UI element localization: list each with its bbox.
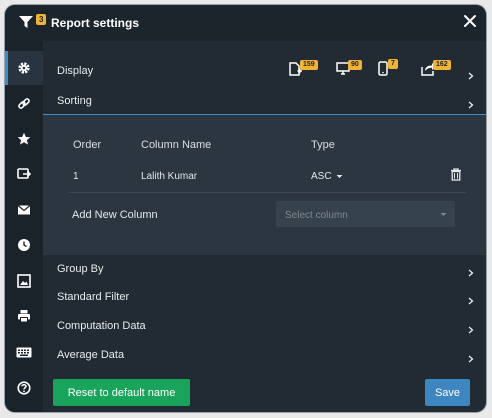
sidebar-item-schedule[interactable] xyxy=(13,234,35,256)
clock-icon xyxy=(18,239,30,251)
mobile-icon xyxy=(378,61,388,76)
save-button[interactable]: Save xyxy=(425,379,470,406)
share-count-badge: 162 xyxy=(433,60,451,70)
filter-count-badge: 3 xyxy=(36,14,47,25)
sidebar-item-print[interactable] xyxy=(13,305,35,327)
help-icon xyxy=(17,381,31,395)
share-stat[interactable]: 162 xyxy=(421,60,451,82)
section-sorting-label: Sorting xyxy=(57,95,92,107)
star-icon xyxy=(17,132,31,145)
filter-icon[interactable] xyxy=(19,16,33,34)
header-order: Order xyxy=(73,139,102,151)
sidebar-item-link[interactable] xyxy=(13,93,35,115)
section-computation-data[interactable]: Computation Data xyxy=(43,314,486,338)
dialog-titlebar: 3 Report settings xyxy=(5,5,486,41)
delete-row-button[interactable] xyxy=(450,168,462,186)
monitor-stat[interactable]: 90 xyxy=(336,60,362,82)
sorting-panel: Order Column Name Type 1 Lalith Kumar AS… xyxy=(43,115,486,255)
sidebar-item-keyboard[interactable] xyxy=(13,341,35,363)
monitor-count-badge: 90 xyxy=(348,60,362,70)
chevron-right-icon xyxy=(468,269,474,277)
sidebar-item-image[interactable] xyxy=(13,270,35,292)
row-divider xyxy=(69,192,466,193)
trash-icon xyxy=(451,168,461,181)
mobile-count-badge: 7 xyxy=(388,59,398,69)
sidebar-item-help[interactable] xyxy=(13,377,35,399)
section-standard-filter-label: Standard Filter xyxy=(57,291,130,303)
sidebar xyxy=(5,41,43,412)
mail-icon xyxy=(17,205,31,215)
select-column-dropdown[interactable]: Select column xyxy=(276,201,455,227)
section-computation-data-label: Computation Data xyxy=(57,320,146,332)
row-order: 1 xyxy=(73,171,79,182)
section-standard-filter[interactable]: Standard Filter xyxy=(43,285,486,309)
image-icon xyxy=(17,274,31,288)
chevron-right-icon xyxy=(468,297,474,305)
section-group-by[interactable]: Group By xyxy=(43,257,486,281)
add-new-column-label: Add New Column xyxy=(72,209,158,221)
header-type: Type xyxy=(311,139,335,151)
close-icon[interactable] xyxy=(462,13,478,29)
sidebar-item-settings[interactable] xyxy=(5,51,43,85)
mobile-stat[interactable]: 7 xyxy=(378,59,398,81)
row-column-name: Lalith Kumar xyxy=(141,171,198,182)
chevron-right-icon xyxy=(468,101,474,109)
row-type-value: ASC xyxy=(311,171,332,182)
section-average-data[interactable]: Average Data xyxy=(43,343,486,367)
add-stat[interactable]: 159 xyxy=(288,60,318,82)
add-count-badge: 159 xyxy=(300,60,318,70)
link-icon xyxy=(18,98,30,109)
sidebar-item-email[interactable] xyxy=(13,199,35,221)
section-sorting[interactable]: Sorting xyxy=(43,89,486,113)
section-group-by-label: Group By xyxy=(57,263,104,275)
section-average-data-label: Average Data xyxy=(57,349,125,361)
section-display-label: Display xyxy=(57,65,94,77)
sidebar-item-favorites[interactable] xyxy=(13,128,35,150)
caret-down-icon xyxy=(440,213,447,216)
sidebar-item-export[interactable] xyxy=(13,163,35,185)
report-settings-dialog: 3 Report settings Display 159 90 7 162 S… xyxy=(5,5,486,412)
caret-down-icon xyxy=(336,174,343,178)
row-type-dropdown[interactable]: ASC xyxy=(311,171,343,182)
header-column-name: Column Name xyxy=(141,139,212,151)
gear-icon xyxy=(18,62,30,74)
keyboard-icon xyxy=(16,347,32,357)
chevron-right-icon xyxy=(468,72,474,80)
export-icon xyxy=(16,168,31,179)
select-column-placeholder: Select column xyxy=(285,210,348,221)
reset-default-name-button[interactable]: Reset to default name xyxy=(53,379,190,406)
chevron-right-icon xyxy=(468,355,474,363)
section-display[interactable]: Display 159 90 7 162 xyxy=(43,59,486,83)
settings-content: Display 159 90 7 162 Sorting Order Colum… xyxy=(43,41,486,412)
chevron-right-icon xyxy=(468,326,474,334)
dialog-title: Report settings xyxy=(51,16,140,30)
print-icon xyxy=(18,310,30,323)
